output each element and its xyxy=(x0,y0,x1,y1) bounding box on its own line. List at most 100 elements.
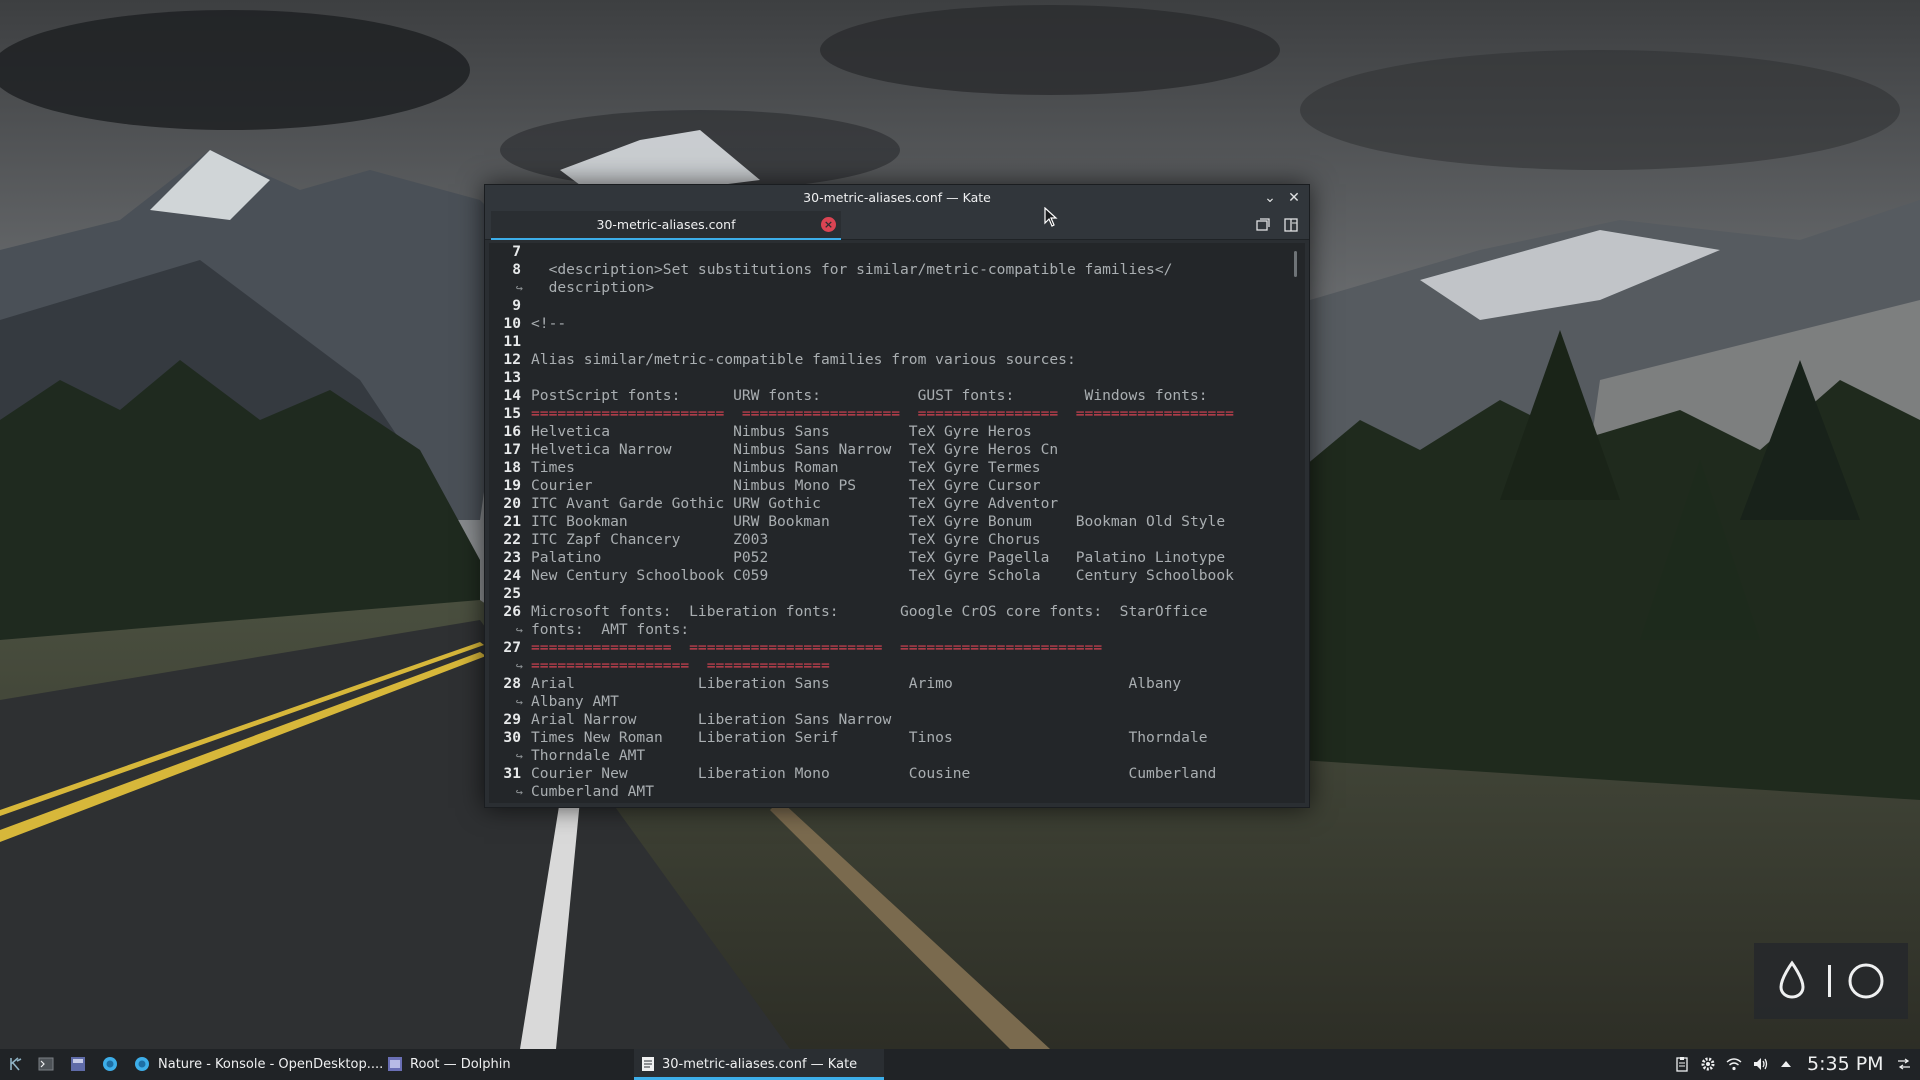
editor-line[interactable]: 25 xyxy=(489,585,1305,603)
browser-icon[interactable] xyxy=(102,1056,118,1072)
editor-line[interactable]: 24 New Century Schoolbook C059 TeX Gyre S… xyxy=(489,567,1305,585)
task-dolphin[interactable]: Root — Dolphin xyxy=(386,1049,616,1080)
new-window-icon[interactable] xyxy=(1255,217,1271,233)
tray-expand-icon[interactable] xyxy=(1778,1056,1794,1072)
editor-line[interactable]: 10 <!-- xyxy=(489,315,1305,333)
line-number: 14 xyxy=(503,387,521,404)
wifi-icon[interactable] xyxy=(1726,1056,1742,1072)
editor-line[interactable]: 19 Courier Nimbus Mono PS TeX Gyre Cursor xyxy=(489,477,1305,495)
line-text: Microsoft fonts: Liberation fonts: Googl… xyxy=(531,603,1208,620)
editor-line[interactable]: ↪ Albany AMT xyxy=(489,693,1305,711)
dolphin-icon xyxy=(388,1057,402,1071)
editor-line[interactable]: 26 Microsoft fonts: Liberation fonts: Goo… xyxy=(489,603,1305,621)
editor-line[interactable]: 8 <description>Set substitutions for sim… xyxy=(489,261,1305,279)
line-text: description> xyxy=(531,279,655,296)
editor-line[interactable]: ↪ Cumberland AMT xyxy=(489,783,1305,801)
editor-line[interactable]: 11 xyxy=(489,333,1305,351)
editor-line[interactable]: 28 Arial Liberation Sans Arimo Albany xyxy=(489,675,1305,693)
editor-line[interactable]: 31 Courier New Liberation Mono Cousine Cu… xyxy=(489,765,1305,783)
tab-bar: 30-metric-aliases.conf × xyxy=(485,211,1309,240)
editor-line[interactable]: 9 xyxy=(489,297,1305,315)
text-editor[interactable]: 78 <description>Set substitutions for si… xyxy=(489,243,1305,803)
divider xyxy=(1828,965,1831,997)
line-number: 30 xyxy=(503,729,521,746)
wrap-indicator-icon: ↪ xyxy=(515,695,523,709)
file-manager-icon[interactable] xyxy=(70,1056,86,1072)
line-number: 28 xyxy=(503,675,521,692)
line-number: 13 xyxy=(503,369,521,386)
editor-line[interactable]: ↪ Thorndale AMT xyxy=(489,747,1305,765)
editor-line[interactable]: 21 ITC Bookman URW Bookman TeX Gyre Bonum… xyxy=(489,513,1305,531)
settings-icon[interactable] xyxy=(1700,1056,1716,1072)
editor-line[interactable]: 12 Alias similar/metric-compatible famili… xyxy=(489,351,1305,369)
clock[interactable]: 5:35 PM xyxy=(1807,1049,1884,1080)
theme-switcher-widget[interactable] xyxy=(1754,943,1908,1019)
editor-line[interactable]: 18 Times Nimbus Roman TeX Gyre Termes xyxy=(489,459,1305,477)
line-text: Helvetica Narrow Nimbus Sans Narrow TeX … xyxy=(531,441,1059,458)
editor-line[interactable]: 30 Times New Roman Liberation Serif Tinos… xyxy=(489,729,1305,747)
kate-window[interactable]: 30-metric-aliases.conf — Kate ⌄ ✕ 30-met… xyxy=(484,184,1310,808)
line-number: 22 xyxy=(503,531,521,548)
editor-line[interactable]: ↪ fonts: AMT fonts: xyxy=(489,621,1305,639)
line-text: Thorndale AMT xyxy=(531,747,646,764)
line-text: Alias similar/metric-compatible families… xyxy=(531,351,1076,368)
line-text: Times Nimbus Roman TeX Gyre Termes xyxy=(531,459,1041,476)
line-number: 12 xyxy=(503,351,521,368)
line-text: ================ ====================== … xyxy=(531,639,1103,656)
chevron-down-icon[interactable]: ⌄ xyxy=(1261,189,1279,207)
editor-line[interactable]: 22 ITC Zapf Chancery Z003 TeX Gyre Chorus xyxy=(489,531,1305,549)
clipboard-icon[interactable] xyxy=(1674,1056,1690,1072)
editor-line[interactable]: 15 ====================== ===============… xyxy=(489,405,1305,423)
line-text: Courier Nimbus Mono PS TeX Gyre Cursor xyxy=(531,477,1041,494)
line-text: Times New Roman Liberation Serif Tinos T… xyxy=(531,729,1208,746)
line-number: 7 xyxy=(512,243,521,260)
volume-icon[interactable] xyxy=(1752,1056,1768,1072)
line-number: 21 xyxy=(503,513,521,530)
editor-line[interactable]: 16 Helvetica Nimbus Sans TeX Gyre Heros xyxy=(489,423,1305,441)
line-text: <description>Set substitutions for simil… xyxy=(531,261,1173,278)
editor-line[interactable]: 20 ITC Avant Garde Gothic URW Gothic TeX … xyxy=(489,495,1305,513)
task-konsole-opendesktop[interactable]: Nature - Konsole - OpenDesktop.... xyxy=(134,1049,383,1080)
panel-settings-icon[interactable] xyxy=(1896,1056,1912,1072)
window-titlebar[interactable]: 30-metric-aliases.conf — Kate ⌄ ✕ xyxy=(485,185,1309,211)
line-number: 25 xyxy=(503,585,521,602)
editor-line[interactable]: 17 Helvetica Narrow Nimbus Sans Narrow Te… xyxy=(489,441,1305,459)
mouse-cursor-icon xyxy=(1044,207,1058,227)
line-text: ITC Avant Garde Gothic URW Gothic TeX Gy… xyxy=(531,495,1059,512)
tab-close-icon[interactable]: × xyxy=(821,217,836,232)
kde-launcher-icon[interactable] xyxy=(8,1056,24,1072)
tab-30-metric-aliases[interactable]: 30-metric-aliases.conf × xyxy=(491,211,841,240)
window-title: 30-metric-aliases.conf — Kate xyxy=(803,190,991,205)
editor-line[interactable]: 23 Palatino P052 TeX Gyre Pagella Palatin… xyxy=(489,549,1305,567)
line-number: 29 xyxy=(503,711,521,728)
editor-line[interactable]: 29 Arial Narrow Liberation Sans Narrow xyxy=(489,711,1305,729)
droplet-icon[interactable] xyxy=(1779,960,1805,999)
vertical-scrollbar[interactable] xyxy=(1294,251,1297,277)
line-text: ================== ============== xyxy=(531,657,830,674)
editor-line[interactable]: 7 xyxy=(489,243,1305,261)
task-label: 30-metric-aliases.conf — Kate xyxy=(662,1057,858,1072)
line-number: 15 xyxy=(503,405,521,422)
taskbar: Nature - Konsole - OpenDesktop.... Root … xyxy=(0,1049,1920,1080)
line-text: PostScript fonts: URW fonts: GUST fonts:… xyxy=(531,387,1208,404)
editor-line[interactable]: 13 xyxy=(489,369,1305,387)
split-view-icon[interactable] xyxy=(1283,217,1299,233)
editor-line[interactable]: ↪ ================== ============== xyxy=(489,657,1305,675)
close-icon[interactable]: ✕ xyxy=(1285,189,1303,207)
line-text: ====================== =================… xyxy=(531,405,1234,422)
line-text: ITC Bookman URW Bookman TeX Gyre Bonum B… xyxy=(531,513,1226,530)
line-text: Arial Liberation Sans Arimo Albany xyxy=(531,675,1182,692)
terminal-icon[interactable] xyxy=(38,1056,54,1072)
editor-line[interactable]: ↪ description> xyxy=(489,279,1305,297)
circle-icon[interactable] xyxy=(1848,963,1884,999)
task-label: Root — Dolphin xyxy=(410,1057,511,1072)
task-kate[interactable]: 30-metric-aliases.conf — Kate xyxy=(634,1049,884,1080)
editor-line[interactable]: 14 PostScript fonts: URW fonts: GUST font… xyxy=(489,387,1305,405)
line-number: 24 xyxy=(503,567,521,584)
line-text: fonts: AMT fonts: xyxy=(531,621,690,638)
line-number: 27 xyxy=(503,639,521,656)
wrap-indicator-icon: ↪ xyxy=(515,749,523,763)
line-text: Helvetica Nimbus Sans TeX Gyre Heros xyxy=(531,423,1032,440)
editor-line[interactable]: 27 ================ =====================… xyxy=(489,639,1305,657)
line-number: 9 xyxy=(512,297,521,314)
